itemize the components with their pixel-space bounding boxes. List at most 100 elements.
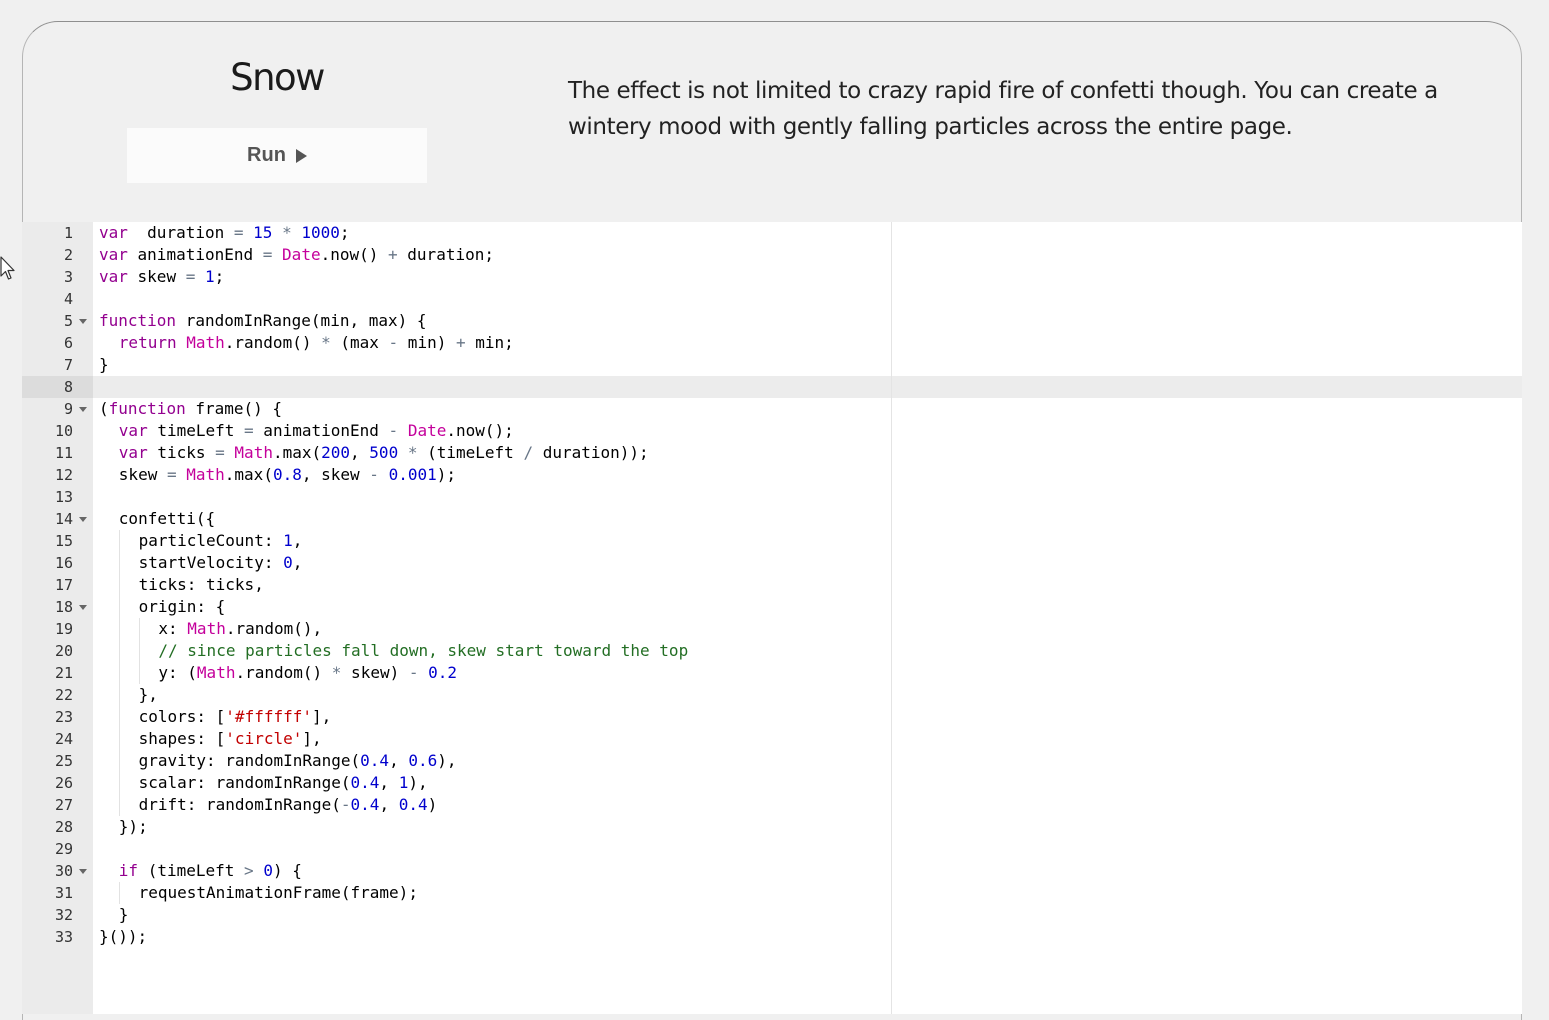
code-token: return bbox=[118, 333, 177, 352]
code-token: startVelocity: bbox=[138, 553, 284, 572]
line-number: 1 bbox=[63, 224, 73, 242]
code-line[interactable]: 14 confetti({ bbox=[22, 508, 1522, 530]
line-number: 18 bbox=[54, 598, 73, 616]
code-line[interactable]: 2 var animationEnd = Date.now() + duratio… bbox=[22, 244, 1522, 266]
code-line[interactable]: 26 scalar: randomInRange(0.4, 1), bbox=[22, 772, 1522, 794]
indent-guide bbox=[138, 640, 140, 662]
code-line[interactable]: 30 if (timeLeft > 0) { bbox=[22, 860, 1522, 882]
code-token: if bbox=[118, 861, 139, 880]
line-number: 11 bbox=[54, 444, 73, 462]
code-line[interactable]: 7} bbox=[22, 354, 1522, 376]
code-text: startVelocity: 0, bbox=[139, 552, 303, 574]
line-number: 30 bbox=[54, 862, 73, 880]
code-line[interactable]: 23 colors: ['#ffffff'], bbox=[22, 706, 1522, 728]
fold-toggle-icon[interactable] bbox=[79, 407, 87, 412]
code-text: confetti({ bbox=[119, 508, 215, 530]
code-line[interactable]: 21 y: (Math.random() * skew) - 0.2 bbox=[22, 662, 1522, 684]
code-token: 15 bbox=[253, 223, 273, 242]
code-line[interactable]: 20 // since particles fall down, skew sta… bbox=[22, 640, 1522, 662]
code-token: duration bbox=[127, 223, 234, 242]
code-line[interactable]: 22}, bbox=[22, 684, 1522, 706]
code-token: / bbox=[523, 443, 534, 462]
code-line[interactable]: 16 startVelocity: 0, bbox=[22, 552, 1522, 574]
code-line[interactable]: 24 shapes: ['circle'], bbox=[22, 728, 1522, 750]
indent-guide bbox=[118, 640, 120, 662]
code-line[interactable]: 15 particleCount: 1, bbox=[22, 530, 1522, 552]
line-number: 4 bbox=[63, 290, 73, 308]
code-line[interactable]: 28}); bbox=[22, 816, 1522, 838]
code-token: ], bbox=[302, 729, 322, 748]
code-line[interactable]: 27 drift: randomInRange(-0.4, 0.4) bbox=[22, 794, 1522, 816]
code-text: var ticks = Math.max(200, 500 * (timeLef… bbox=[119, 442, 649, 464]
code-line[interactable]: 5 function randomInRange(min, max) { bbox=[22, 310, 1522, 332]
code-token: Math bbox=[187, 619, 226, 638]
code-token: Math bbox=[196, 663, 236, 682]
code-line[interactable]: 18 origin: { bbox=[22, 596, 1522, 618]
code-text: var timeLeft = animationEnd - Date.now()… bbox=[119, 420, 514, 442]
code-token: } bbox=[118, 905, 129, 924]
fold-toggle-icon[interactable] bbox=[79, 869, 87, 874]
code-line[interactable]: 32} bbox=[22, 904, 1522, 926]
code-line[interactable]: 11 var ticks = Math.max(200, 500 * (timeL… bbox=[22, 442, 1522, 464]
code-token: }, bbox=[138, 685, 158, 704]
run-button[interactable]: Run bbox=[127, 128, 427, 183]
code-editor[interactable]: 1 var duration = 15 * 1000; 2 var animation… bbox=[22, 222, 1522, 1014]
code-line[interactable]: 17 ticks: ticks, bbox=[22, 574, 1522, 596]
code-line[interactable]: 12 skew = Math.max(0.8, skew - 0.001); bbox=[22, 464, 1522, 486]
fold-toggle-icon[interactable] bbox=[79, 605, 87, 610]
code-token: 0.8 bbox=[272, 465, 302, 484]
line-number: 22 bbox=[54, 686, 73, 704]
code-token: 1 bbox=[398, 773, 409, 792]
code-token: = bbox=[244, 421, 254, 440]
code-line[interactable]: 9 (function frame() { bbox=[22, 398, 1522, 420]
code-token: + bbox=[455, 333, 466, 352]
code-token: ; bbox=[214, 267, 225, 286]
line-number: 14 bbox=[54, 510, 73, 528]
code-token: , bbox=[292, 531, 303, 550]
code-token: skew bbox=[127, 267, 186, 286]
code-token: ), bbox=[437, 751, 457, 770]
code-line[interactable]: 1 var duration = 15 * 1000; bbox=[22, 222, 1522, 244]
code-line[interactable]: 29 bbox=[22, 838, 1522, 860]
code-text: particleCount: 1, bbox=[139, 530, 303, 552]
code-token: Math bbox=[234, 443, 273, 462]
code-token: 0.4 bbox=[360, 751, 390, 770]
code-line[interactable]: 8 bbox=[22, 376, 1522, 398]
line-number: 23 bbox=[54, 708, 73, 726]
code-token: 0.6 bbox=[408, 751, 438, 770]
code-token: gravity: randomInRange( bbox=[138, 751, 361, 770]
line-number: 3 bbox=[63, 268, 73, 286]
code-text: shapes: ['circle'], bbox=[139, 728, 322, 750]
code-token: } bbox=[99, 355, 109, 374]
code-line[interactable]: 33}()); bbox=[22, 926, 1522, 948]
code-line[interactable]: 25 gravity: randomInRange(0.4, 0.6), bbox=[22, 750, 1522, 772]
code-line[interactable]: 6 return Math.random() * (max - min) + mi… bbox=[22, 332, 1522, 354]
code-token: = bbox=[215, 443, 225, 462]
code-text: skew = Math.max(0.8, skew - 0.001); bbox=[119, 464, 456, 486]
line-number: 28 bbox=[54, 818, 73, 836]
code-token: x: bbox=[158, 619, 188, 638]
code-token: - bbox=[388, 333, 399, 352]
code-token: min) bbox=[398, 333, 456, 352]
code-token: '#ffffff' bbox=[225, 707, 312, 726]
fold-toggle-icon[interactable] bbox=[79, 319, 87, 324]
line-number: 7 bbox=[63, 356, 73, 374]
code-token: .random() bbox=[224, 333, 322, 352]
code-token: }()); bbox=[99, 927, 148, 946]
fold-toggle-icon[interactable] bbox=[79, 517, 87, 522]
line-number: 8 bbox=[63, 378, 73, 396]
code-text: origin: { bbox=[139, 596, 226, 618]
code-token: var bbox=[99, 267, 128, 286]
code-line[interactable]: 13 bbox=[22, 486, 1522, 508]
code-token: timeLeft bbox=[147, 421, 245, 440]
code-line[interactable]: 31 requestAnimationFrame(frame); bbox=[22, 882, 1522, 904]
code-line[interactable]: 3 var skew = 1; bbox=[22, 266, 1522, 288]
code-text: drift: randomInRange(-0.4, 0.4) bbox=[139, 794, 438, 816]
code-line[interactable]: 10 var timeLeft = animationEnd - Date.now… bbox=[22, 420, 1522, 442]
code-token: animationEnd bbox=[127, 245, 263, 264]
code-line[interactable]: 4 bbox=[22, 288, 1522, 310]
code-line[interactable]: 19 x: Math.random(), bbox=[22, 618, 1522, 640]
code-token: = bbox=[233, 223, 244, 242]
